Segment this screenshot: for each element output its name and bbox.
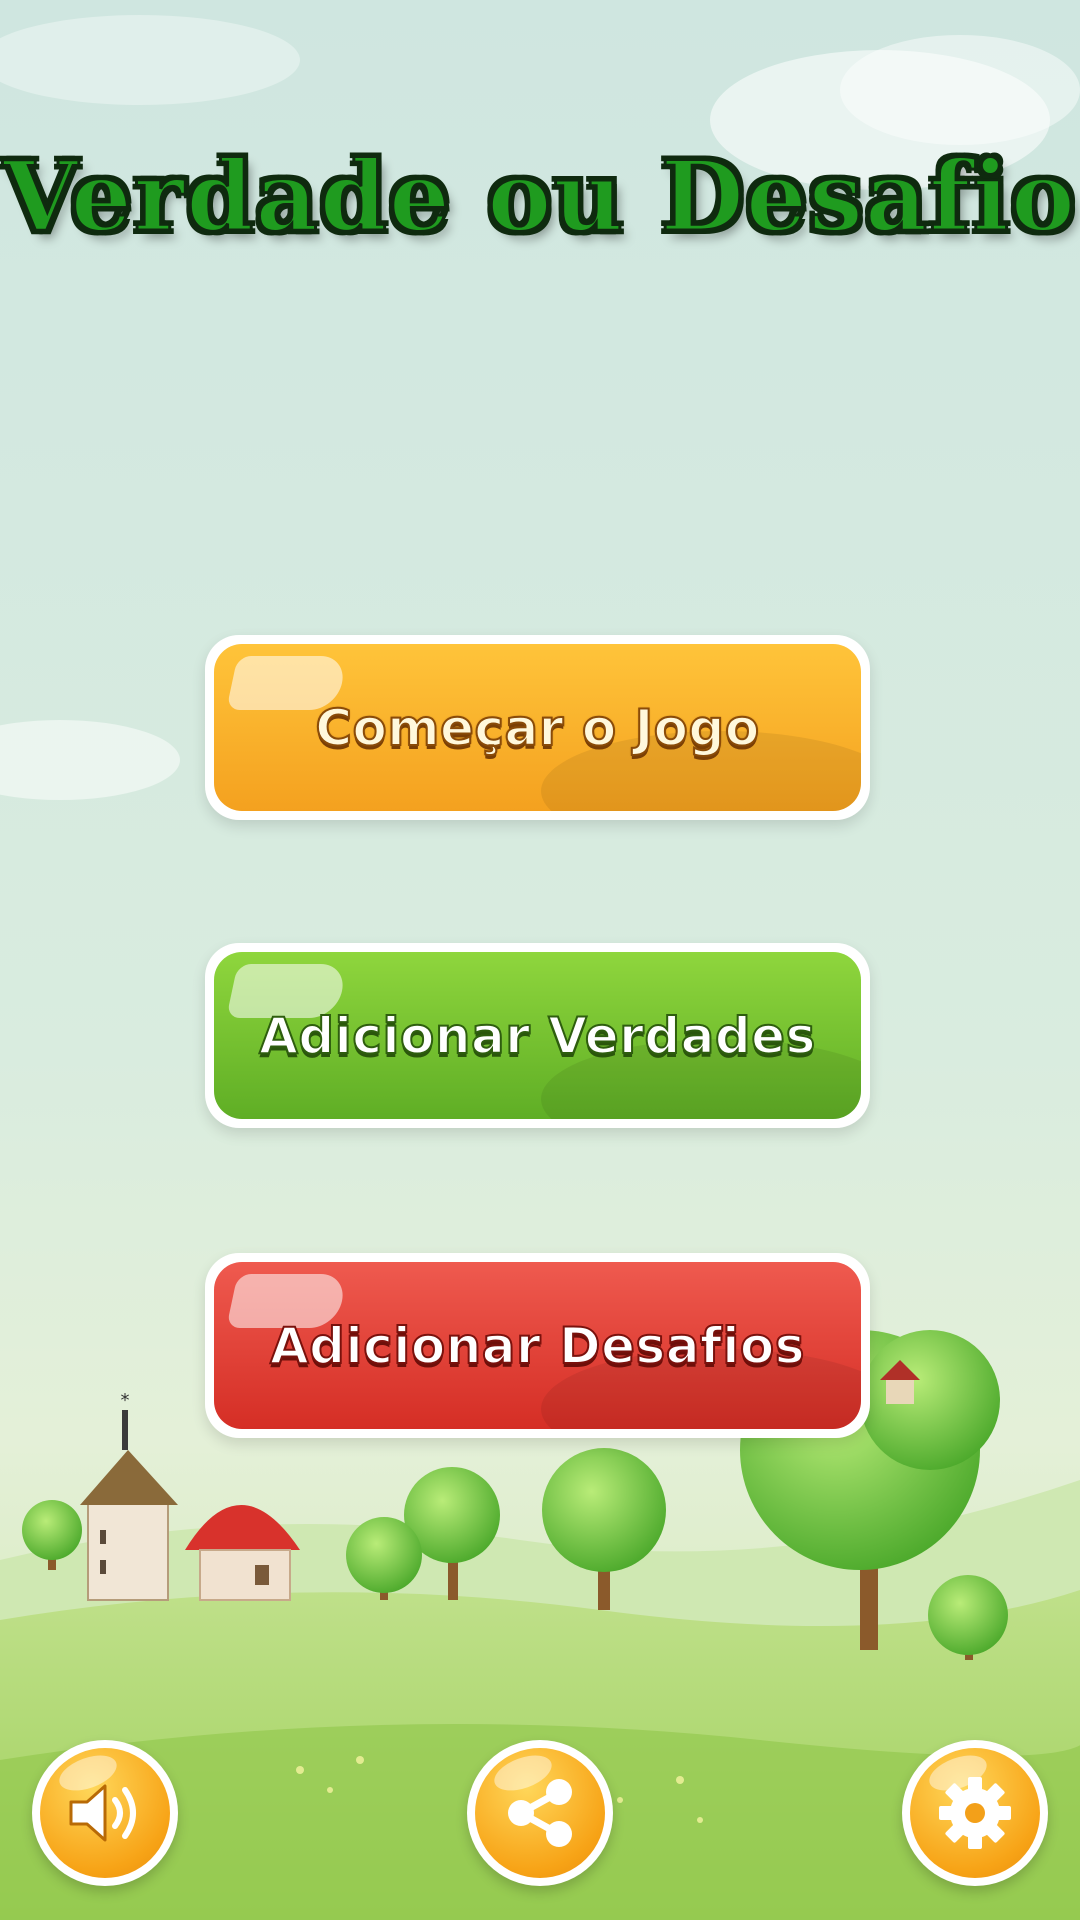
start-game-button-face: Começar o Jogo — [214, 644, 861, 811]
share-icon — [508, 1779, 572, 1847]
start-game-button[interactable]: Começar o Jogo — [205, 635, 870, 820]
add-truths-button-face: Adicionar Verdades — [214, 952, 861, 1119]
sound-button-face — [40, 1748, 170, 1878]
add-truths-button[interactable]: Adicionar Verdades — [205, 943, 870, 1128]
settings-button-face — [910, 1748, 1040, 1878]
add-dares-label: Adicionar Desafios — [269, 1316, 806, 1376]
gear-icon — [939, 1777, 1011, 1849]
sound-button[interactable] — [32, 1740, 178, 1886]
share-button[interactable] — [467, 1740, 613, 1886]
add-dares-button[interactable]: Adicionar Desafios — [205, 1253, 870, 1438]
speaker-icon — [69, 1784, 136, 1842]
start-game-label: Começar o Jogo — [314, 698, 760, 758]
add-dares-button-face: Adicionar Desafios — [214, 1262, 861, 1429]
game-title: Verdade ou Desafio — [2, 139, 1077, 255]
svg-text:*: * — [121, 1390, 130, 1411]
settings-button[interactable] — [902, 1740, 1048, 1886]
add-truths-label: Adicionar Verdades — [258, 1006, 816, 1066]
share-button-face — [475, 1748, 605, 1878]
